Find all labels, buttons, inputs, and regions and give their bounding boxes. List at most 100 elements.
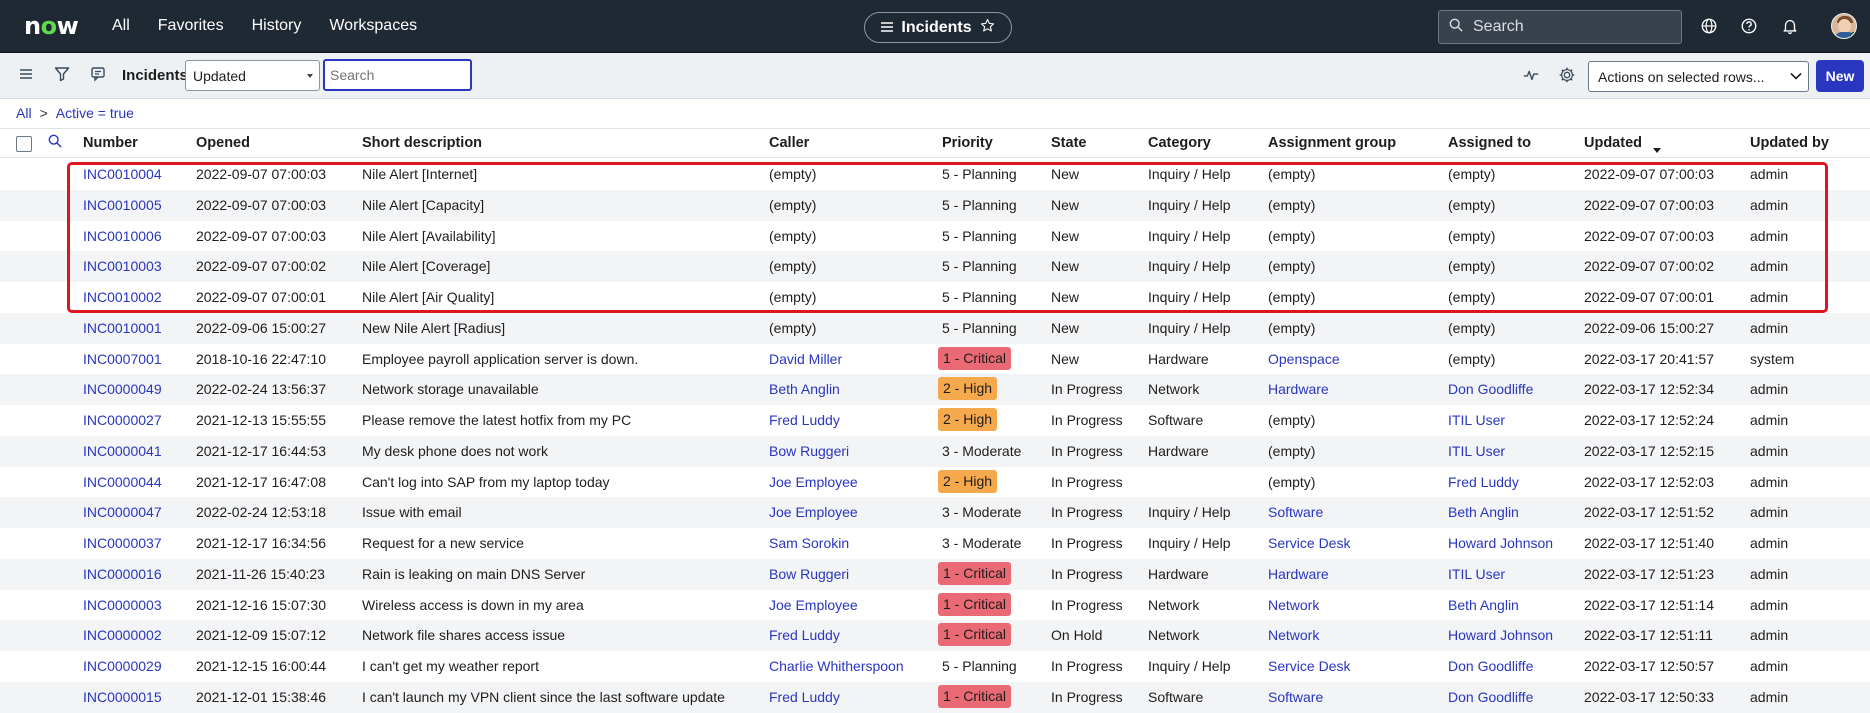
- cell-assigned-to[interactable]: Howard Johnson: [1448, 627, 1553, 643]
- cell-number[interactable]: INC0000016: [83, 566, 162, 582]
- cell-caller[interactable]: Fred Luddy: [769, 627, 840, 643]
- cell-caller[interactable]: Fred Luddy: [769, 412, 840, 428]
- cell-number[interactable]: INC0000044: [83, 474, 162, 490]
- cell-number[interactable]: INC0010005: [83, 197, 162, 213]
- cell-number[interactable]: INC0007001: [83, 351, 162, 367]
- nav-workspaces[interactable]: Workspaces: [329, 17, 417, 35]
- cell-assigned-to[interactable]: Beth Anglin: [1448, 597, 1519, 613]
- table-row[interactable]: INC0000047 2022-02-24 12:53:18 Issue with …: [0, 497, 1870, 528]
- nav-favorites[interactable]: Favorites: [158, 17, 224, 35]
- filter-icon[interactable]: [54, 66, 74, 86]
- table-row[interactable]: INC0007001 2018-10-16 22:47:10 Employee pa…: [0, 344, 1870, 375]
- cell-number[interactable]: INC0010006: [83, 228, 162, 244]
- cell-caller[interactable]: Joe Employee: [769, 504, 858, 520]
- column-state[interactable]: State: [1051, 135, 1086, 151]
- cell-assigned-to[interactable]: Beth Anglin: [1448, 504, 1519, 520]
- cell-number[interactable]: INC0000015: [83, 689, 162, 705]
- table-row[interactable]: INC0010005 2022-09-07 07:00:03 Nile Alert …: [0, 189, 1870, 221]
- breadcrumb-filter[interactable]: Active = true: [56, 105, 134, 121]
- table-row[interactable]: INC0000015 2021-12-01 15:38:46 I can't lau…: [0, 681, 1870, 713]
- cell-assignment-group[interactable]: Service Desk: [1268, 658, 1350, 674]
- cell-assigned-to[interactable]: Don Goodliffe: [1448, 381, 1533, 397]
- cell-number[interactable]: INC0000041: [83, 443, 162, 459]
- table-row[interactable]: INC0000037 2021-12-17 16:34:56 Request for…: [0, 528, 1870, 559]
- search-field-select[interactable]: Updated: [185, 60, 320, 91]
- cell-caller[interactable]: Beth Anglin: [769, 381, 840, 397]
- table-row[interactable]: INC0010004 2022-09-07 07:00:03 Nile Alert …: [0, 159, 1870, 190]
- actions-select[interactable]: Actions on selected rows...: [1588, 61, 1809, 92]
- column-category[interactable]: Category: [1148, 135, 1211, 151]
- cell-number[interactable]: INC0010001: [83, 320, 162, 336]
- cell-number[interactable]: INC0000037: [83, 535, 162, 551]
- cell-number[interactable]: INC0000047: [83, 504, 162, 520]
- cell-number[interactable]: INC0000029: [83, 658, 162, 674]
- cell-assigned-to[interactable]: Don Goodliffe: [1448, 689, 1533, 705]
- cell-caller[interactable]: Bow Ruggeri: [769, 566, 849, 582]
- gear-icon[interactable]: [1558, 66, 1578, 86]
- user-avatar[interactable]: [1831, 13, 1857, 39]
- column-short-description[interactable]: Short description: [362, 135, 482, 151]
- table-row[interactable]: INC0000049 2022-02-24 13:56:37 Network sto…: [0, 374, 1870, 405]
- column-number[interactable]: Number: [83, 135, 138, 151]
- cell-assigned-to[interactable]: Howard Johnson: [1448, 535, 1553, 551]
- context-title-pill[interactable]: Incidents: [864, 12, 1012, 43]
- conversation-icon[interactable]: [90, 66, 110, 86]
- cell-caller[interactable]: Joe Employee: [769, 597, 858, 613]
- table-row[interactable]: INC0000003 2021-12-16 15:07:30 Wireless ac…: [0, 590, 1870, 621]
- cell-assigned-to[interactable]: Fred Luddy: [1448, 474, 1519, 490]
- column-updated[interactable]: Updated: [1584, 135, 1642, 151]
- cell-number[interactable]: INC0000002: [83, 627, 162, 643]
- cell-assigned-to[interactable]: Don Goodliffe: [1448, 658, 1533, 674]
- cell-caller[interactable]: Sam Sorokin: [769, 535, 849, 551]
- column-opened[interactable]: Opened: [196, 135, 250, 151]
- cell-caller[interactable]: David Miller: [769, 351, 842, 367]
- cell-assignment-group[interactable]: Hardware: [1268, 381, 1329, 397]
- cell-assigned-to[interactable]: ITIL User: [1448, 443, 1505, 459]
- table-row[interactable]: INC0010006 2022-09-07 07:00:03 Nile Alert …: [0, 221, 1870, 252]
- cell-caller[interactable]: Bow Ruggeri: [769, 443, 849, 459]
- cell-assignment-group[interactable]: Software: [1268, 689, 1323, 705]
- cell-assigned-to[interactable]: ITIL User: [1448, 412, 1505, 428]
- nav-history[interactable]: History: [252, 17, 302, 35]
- now-logo[interactable]: now: [24, 12, 79, 40]
- column-assigned-to[interactable]: Assigned to: [1448, 135, 1531, 151]
- cell-number[interactable]: INC0010003: [83, 258, 162, 274]
- table-row[interactable]: INC0000029 2021-12-15 16:00:44 I can't get…: [0, 651, 1870, 682]
- table-row[interactable]: INC0000002 2021-12-09 15:07:12 Network fil…: [0, 620, 1870, 651]
- list-menu-icon[interactable]: [18, 66, 38, 86]
- help-icon[interactable]: [1740, 17, 1760, 37]
- cell-number[interactable]: INC0010002: [83, 289, 162, 305]
- column-caller[interactable]: Caller: [769, 135, 809, 151]
- table-row[interactable]: INC0000016 2021-11-26 15:40:23 Rain is lea…: [0, 558, 1870, 590]
- cell-number[interactable]: INC0000027: [83, 412, 162, 428]
- table-row[interactable]: INC0010001 2022-09-06 15:00:27 New Nile Al…: [0, 312, 1870, 344]
- globe-icon[interactable]: [1700, 17, 1720, 37]
- breadcrumb-all[interactable]: All: [16, 105, 32, 121]
- cell-caller[interactable]: Charlie Whitherspoon: [769, 658, 904, 674]
- bell-icon[interactable]: [1781, 17, 1801, 37]
- cell-assignment-group[interactable]: Openspace: [1268, 351, 1340, 367]
- column-assignment-group[interactable]: Assignment group: [1268, 135, 1396, 151]
- cell-caller[interactable]: Fred Luddy: [769, 689, 840, 705]
- column-search-icon[interactable]: [48, 134, 62, 152]
- table-row[interactable]: INC0000027 2021-12-13 15:55:55 Please remo…: [0, 405, 1870, 436]
- global-search-input[interactable]: Search: [1438, 10, 1682, 44]
- cell-number[interactable]: INC0010004: [83, 166, 162, 182]
- column-priority[interactable]: Priority: [942, 135, 993, 151]
- cell-caller[interactable]: Joe Employee: [769, 474, 858, 490]
- list-search-input[interactable]: [323, 59, 472, 91]
- cell-assignment-group[interactable]: Network: [1268, 627, 1319, 643]
- table-row[interactable]: INC0000044 2021-12-17 16:47:08 Can't log i…: [0, 467, 1870, 498]
- cell-number[interactable]: INC0000003: [83, 597, 162, 613]
- table-row[interactable]: INC0010002 2022-09-07 07:00:01 Nile Alert …: [0, 282, 1870, 313]
- nav-all[interactable]: All: [112, 17, 130, 35]
- table-row[interactable]: INC0010003 2022-09-07 07:00:02 Nile Alert …: [0, 251, 1870, 282]
- cell-assignment-group[interactable]: Service Desk: [1268, 535, 1350, 551]
- activity-stream-icon[interactable]: [1522, 66, 1542, 86]
- column-updated-by[interactable]: Updated by: [1750, 135, 1829, 151]
- cell-assigned-to[interactable]: ITIL User: [1448, 566, 1505, 582]
- cell-number[interactable]: INC0000049: [83, 381, 162, 397]
- cell-assignment-group[interactable]: Hardware: [1268, 566, 1329, 582]
- select-all-checkbox[interactable]: [16, 136, 32, 152]
- cell-assignment-group[interactable]: Software: [1268, 504, 1323, 520]
